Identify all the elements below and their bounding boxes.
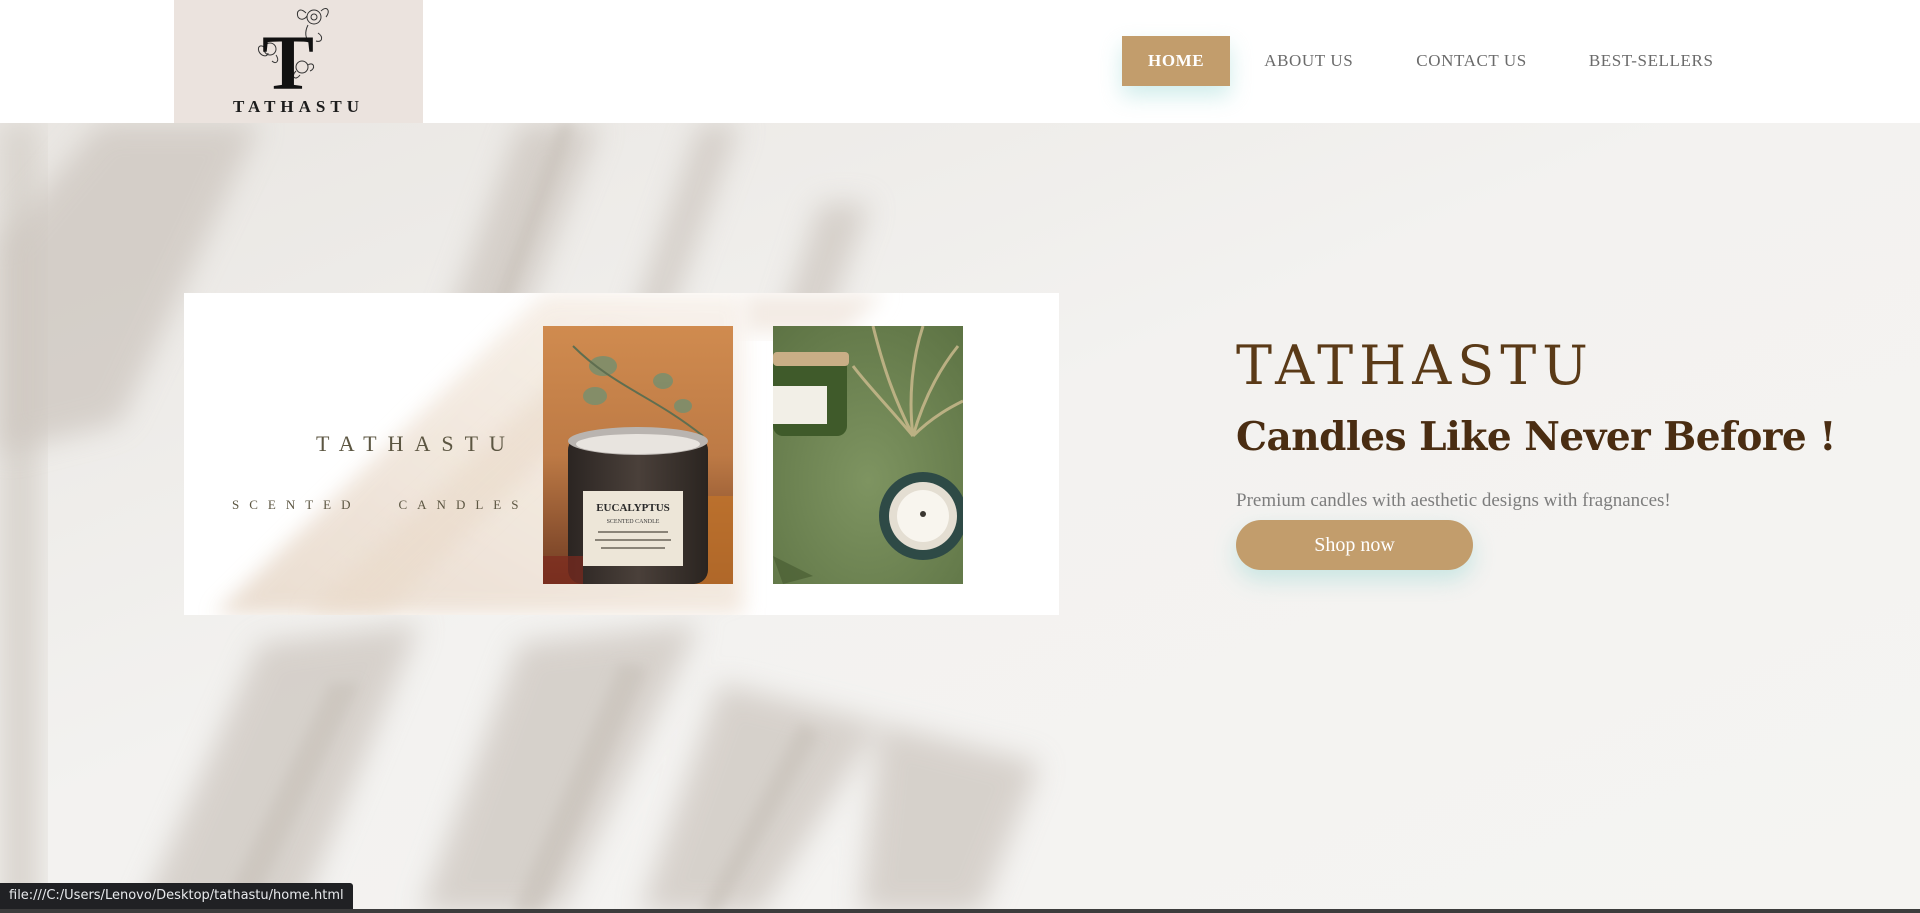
bottom-edge-strip — [0, 909, 1920, 913]
main-nav: HOME ABOUT US CONTACT US BEST-SELLERS — [1122, 36, 1714, 86]
logo-floral-icon: T — [257, 8, 329, 93]
banner-title: TATHASTU — [316, 431, 516, 456]
nav-contact-us[interactable]: CONTACT US — [1416, 36, 1527, 86]
scented-candle-label: SCENTED CANDLE — [607, 519, 660, 525]
site-header: T TATHASTU HOME ABOUT US CONTACT US BEST… — [0, 0, 1920, 123]
hero-description: Premium candles with aesthetic designs w… — [1236, 490, 1671, 511]
hero-tagline: Candles Like Never Before ! — [1236, 414, 1836, 460]
hero-banner: TATHASTU SCENTED CANDLES EUCALYPTUS SCEN… — [184, 293, 1059, 615]
shop-now-button[interactable]: Shop now — [1236, 520, 1473, 570]
banner-subtitle: SCENTED CANDLES — [232, 497, 528, 513]
nav-home[interactable]: HOME — [1122, 36, 1231, 86]
nav-about-us[interactable]: ABOUT US — [1264, 36, 1353, 86]
candle-photo-green — [773, 326, 963, 584]
browser-status-url: file:///C:/Users/Lenovo/Desktop/tathastu… — [0, 883, 353, 909]
logo-text: TATHASTU — [232, 97, 364, 116]
banner-subtitle-word2: CANDLES — [398, 497, 529, 512]
page: T TATHASTU HOME ABOUT US CONTACT US BEST… — [0, 0, 1920, 913]
banner-subtitle-word1: SCENTED — [232, 497, 361, 512]
logo[interactable]: T TATHASTU — [174, 0, 423, 123]
eucalyptus-label: EUCALYPTUS — [596, 502, 670, 514]
nav-best-sellers[interactable]: BEST-SELLERS — [1589, 36, 1714, 86]
hero-brand-title: TATHASTU — [1236, 334, 1594, 397]
svg-text:T: T — [262, 19, 314, 93]
candle-photo-eucalyptus: EUCALYPTUS SCENTED CANDLE — [543, 326, 733, 584]
